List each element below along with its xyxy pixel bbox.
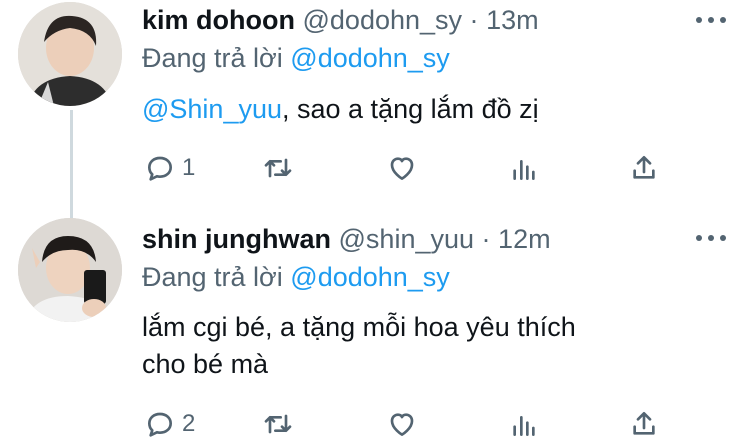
like-icon — [390, 413, 414, 436]
retweet-button[interactable] — [262, 152, 294, 184]
share-icon — [633, 156, 655, 179]
avatar[interactable] — [18, 2, 122, 106]
analytics-icon — [513, 160, 535, 180]
reply-count: 1 — [182, 154, 196, 181]
more-options-icon[interactable] — [696, 15, 726, 25]
replying-to-mention[interactable]: @dodohn_sy — [290, 43, 450, 73]
separator-dot: · — [481, 224, 491, 254]
retweet-icon — [264, 158, 292, 178]
retweet-icon — [264, 414, 292, 434]
reply-button[interactable]: 1 — [144, 152, 195, 184]
timestamp[interactable]: 13m — [486, 5, 539, 35]
more-options-icon[interactable] — [696, 233, 726, 243]
author-name[interactable]: kim dohoon — [142, 5, 295, 35]
replying-to: Đang trả lời @dodohn_sy — [142, 41, 450, 75]
replying-to-mention[interactable]: @dodohn_sy — [290, 262, 450, 292]
analytics-icon — [513, 416, 535, 436]
reply-icon — [148, 156, 172, 181]
author-name[interactable]: shin junghwan — [142, 224, 331, 254]
share-icon — [633, 412, 655, 435]
text-content: , sao a tặng lắm đồ zị — [282, 94, 539, 124]
tweet-header: shin junghwan @shin_yuu · 12m — [142, 222, 551, 256]
analytics-button[interactable] — [508, 152, 540, 184]
tweet-text: lắm cgi bé, a tặng mỗi hoa yêu thích cho… — [142, 309, 576, 383]
like-icon — [390, 157, 414, 180]
reply-count: 2 — [182, 410, 196, 437]
reply-button[interactable]: 2 — [144, 408, 195, 440]
like-button[interactable] — [386, 152, 418, 184]
replying-to-label: Đang trả lời — [142, 262, 283, 292]
text-mention[interactable]: @Shin_yuu — [142, 94, 282, 124]
share-button[interactable] — [628, 152, 660, 184]
reply-icon — [148, 412, 172, 437]
tweet-text: @Shin_yuu, sao a tặng lắm đồ zị — [142, 91, 539, 128]
like-button[interactable] — [386, 408, 418, 440]
text-line: cho bé mà — [142, 349, 269, 379]
tweet-header: kim dohoon @dodohn_sy · 13m — [142, 3, 539, 37]
text-line: lắm cgi bé, a tặng mỗi hoa yêu thích — [142, 312, 576, 342]
timestamp[interactable]: 12m — [498, 224, 551, 254]
thread-connector-line — [70, 110, 73, 220]
author-handle[interactable]: @dodohn_sy — [303, 5, 463, 35]
author-handle[interactable]: @shin_yuu — [339, 224, 475, 254]
avatar[interactable] — [18, 218, 122, 322]
separator-dot: · — [469, 5, 479, 35]
replying-to: Đang trả lời @dodohn_sy — [142, 260, 450, 294]
share-button[interactable] — [628, 408, 660, 440]
retweet-button[interactable] — [262, 408, 294, 440]
replying-to-label: Đang trả lời — [142, 43, 283, 73]
analytics-button[interactable] — [508, 408, 540, 440]
